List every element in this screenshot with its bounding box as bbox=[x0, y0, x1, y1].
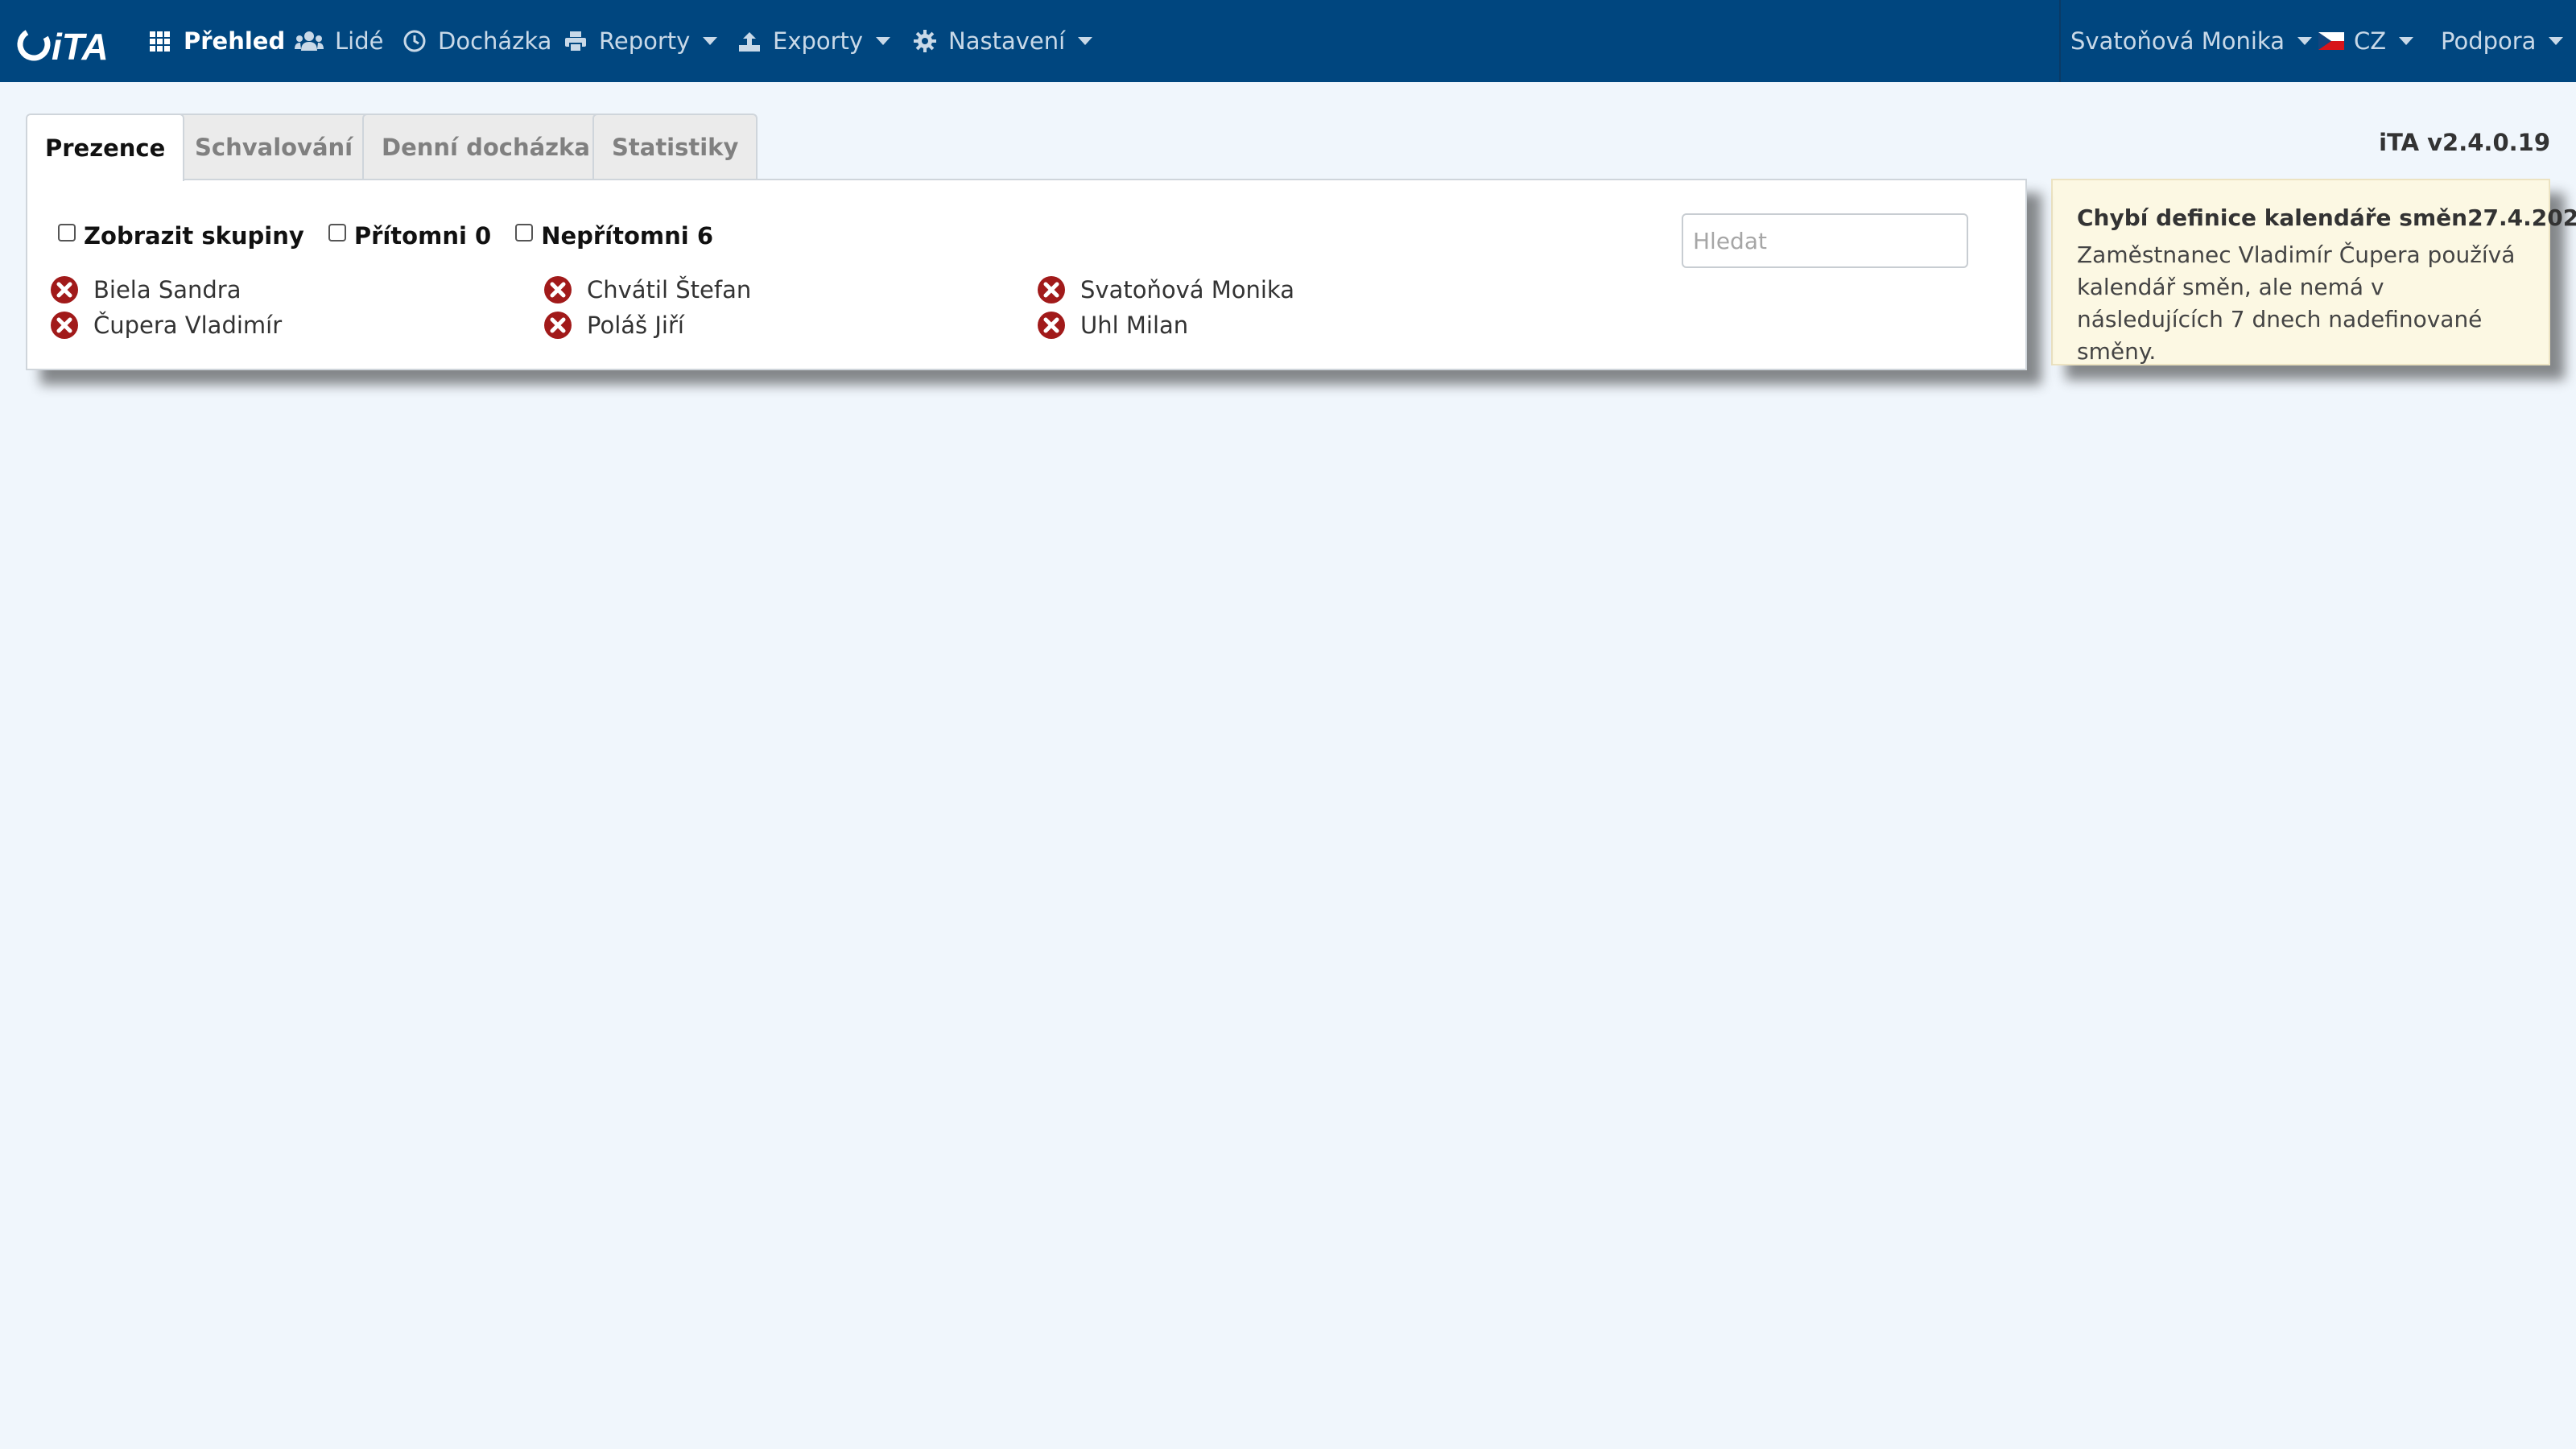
absent-icon bbox=[1038, 276, 1065, 303]
absent-icon bbox=[544, 312, 572, 339]
language-label: CZ bbox=[2354, 27, 2387, 55]
list-item[interactable]: Čupera Vladimír bbox=[50, 311, 282, 340]
nav-exporty-label: Exporty bbox=[773, 27, 864, 55]
gear-icon bbox=[914, 30, 936, 52]
absent-icon bbox=[51, 312, 78, 339]
filter-bar: Zobrazit skupiny Přítomni 0 Nepřítomni 6 bbox=[58, 222, 737, 250]
absent-icon bbox=[1038, 312, 1065, 339]
tab-denni-dochazka-label: Denní docházka bbox=[382, 134, 590, 161]
show-groups-label: Zobrazit skupiny bbox=[84, 222, 304, 250]
support-label: Podpora bbox=[2441, 27, 2537, 55]
clock-icon bbox=[403, 30, 426, 52]
nav-lide-label: Lidé bbox=[335, 27, 384, 55]
tab-prezence[interactable]: Prezence bbox=[26, 114, 185, 181]
tab-schvalovani-label: Schvalování bbox=[195, 134, 353, 161]
chevron-down-icon bbox=[876, 37, 891, 45]
tab-schvalovani[interactable]: Schvalování bbox=[175, 114, 373, 180]
list-item[interactable]: Poláš Jiří bbox=[543, 311, 684, 340]
chevron-down-icon bbox=[2399, 37, 2414, 45]
nav-lide[interactable]: Lidé bbox=[295, 0, 383, 82]
export-icon bbox=[739, 32, 760, 52]
nav-reporty-label: Reporty bbox=[599, 27, 691, 55]
app-version: iTA v2.4.0.19 bbox=[2379, 129, 2550, 156]
absent-label: Nepřítomni 6 bbox=[541, 222, 713, 250]
logo-text: iTA bbox=[52, 26, 109, 64]
nav-reporty[interactable]: Reporty bbox=[564, 0, 718, 82]
ita-logo[interactable]: iTA bbox=[16, 24, 122, 64]
czech-flag-icon bbox=[2318, 32, 2344, 50]
show-groups-checkbox[interactable] bbox=[58, 224, 76, 242]
filter-show-groups[interactable]: Zobrazit skupiny bbox=[58, 222, 304, 250]
person-name: Poláš Jiří bbox=[587, 312, 684, 339]
top-navbar: iTA Přehled Lidé Docházka Reporty Export… bbox=[0, 0, 2576, 82]
chevron-down-icon bbox=[2549, 37, 2564, 45]
list-item[interactable]: Biela Sandra bbox=[50, 275, 242, 304]
filter-absent[interactable]: Nepřítomni 6 bbox=[515, 222, 713, 250]
person-name: Biela Sandra bbox=[93, 276, 242, 303]
person-name: Uhl Milan bbox=[1080, 312, 1189, 339]
filter-present[interactable]: Přítomni 0 bbox=[328, 222, 491, 250]
nav-prehled-label: Přehled bbox=[184, 27, 286, 55]
present-checkbox[interactable] bbox=[328, 224, 346, 242]
absent-icon bbox=[544, 276, 572, 303]
printer-icon bbox=[565, 31, 586, 52]
nav-exporty[interactable]: Exporty bbox=[737, 0, 891, 82]
tab-statistiky[interactable]: Statistiky bbox=[592, 114, 758, 180]
user-name: Svatoňová Monika bbox=[2070, 27, 2285, 55]
absent-checkbox[interactable] bbox=[515, 224, 534, 242]
users-icon bbox=[295, 31, 324, 51]
user-menu[interactable]: Svatoňová Monika bbox=[2070, 0, 2312, 82]
alert-title: Chybí definice kalendáře směn27.4.2026 bbox=[2077, 204, 2576, 231]
tab-prezence-label: Prezence bbox=[45, 134, 166, 162]
person-name: Chvátil Štefan bbox=[587, 276, 752, 303]
presence-panel: Zobrazit skupiny Přítomni 0 Nepřítomni 6… bbox=[26, 179, 2027, 370]
tab-statistiky-label: Statistiky bbox=[612, 134, 739, 161]
list-item[interactable]: Uhl Milan bbox=[1037, 311, 1188, 340]
nav-nastaveni[interactable]: Nastavení bbox=[913, 0, 1093, 82]
list-item[interactable]: Svatoňová Monika bbox=[1037, 275, 1294, 304]
nav-nastaveni-label: Nastavení bbox=[948, 27, 1066, 55]
nav-prehled[interactable]: Přehled bbox=[148, 0, 285, 82]
grid-icon bbox=[150, 31, 170, 52]
search-input[interactable] bbox=[1682, 213, 1968, 268]
chevron-down-icon bbox=[703, 37, 718, 45]
tab-denni-dochazka[interactable]: Denní docházka bbox=[362, 114, 609, 180]
present-label: Přítomni 0 bbox=[353, 222, 492, 250]
nav-dochazka[interactable]: Docházka bbox=[402, 0, 551, 82]
support-menu[interactable]: Podpora bbox=[2441, 0, 2564, 82]
warning-alert: Chybí definice kalendáře směn27.4.2026 Z… bbox=[2051, 179, 2576, 365]
person-name: Svatoňová Monika bbox=[1080, 276, 1294, 303]
person-name: Čupera Vladimír bbox=[93, 312, 283, 339]
chevron-down-icon bbox=[1078, 37, 1093, 45]
nav-divider bbox=[2059, 0, 2061, 82]
alert-body: Zaměstnanec Vladimír Čupera používá kale… bbox=[2077, 242, 2516, 365]
list-item[interactable]: Chvátil Štefan bbox=[543, 275, 751, 304]
language-menu[interactable]: CZ bbox=[2318, 0, 2414, 82]
absent-icon bbox=[51, 276, 78, 303]
nav-dochazka-label: Docházka bbox=[438, 27, 552, 55]
chevron-down-icon bbox=[2297, 37, 2312, 45]
